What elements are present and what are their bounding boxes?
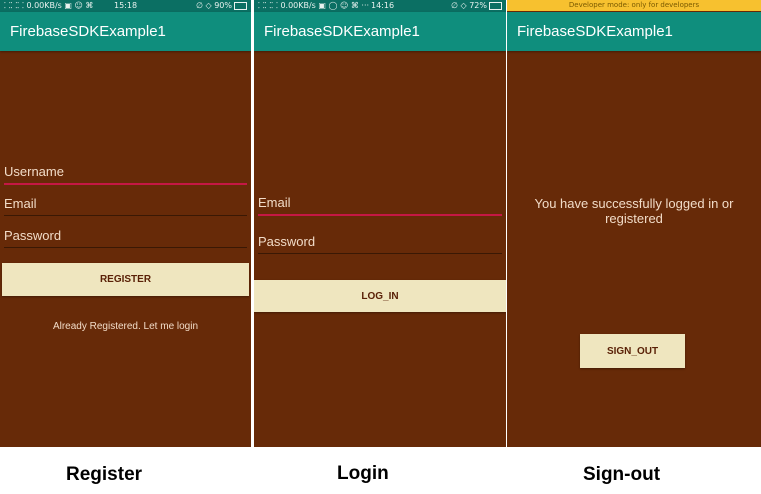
caption-login: Login (337, 463, 389, 484)
app-title: FirebaseSDKExample1 (0, 12, 251, 51)
battery-icon (234, 1, 247, 10)
status-bar: ⸬⸬⸬ 0.00KB/s ▣ ◯ ☺ ⌘ ··· 14:16 ∅ ◇ 72% (254, 0, 506, 12)
email-field[interactable]: Email (258, 194, 502, 216)
status-left: ⸬⸬⸬ 0.00KB/s ▣ ☺ ⌘ (4, 1, 94, 10)
status-left: ⸬⸬⸬ 0.00KB/s ▣ ◯ ☺ ⌘ ··· (258, 1, 370, 10)
status-bar: ⸬⸬⸬ 0.00KB/s ▣ ☺ ⌘ 15:18 ∅ ◇ 90% (0, 0, 251, 12)
app-title: FirebaseSDKExample1 (254, 12, 506, 51)
success-message: You have successfully logged in or regis… (534, 196, 734, 226)
login-button[interactable]: LOG_IN (254, 280, 506, 312)
password-field[interactable]: Password (4, 227, 247, 248)
register-button[interactable]: REGISTER (2, 263, 249, 296)
app-title: FirebaseSDKExample1 (507, 12, 761, 51)
caption-signout: Sign-out (583, 464, 661, 485)
login-screen: ⸬⸬⸬ 0.00KB/s ▣ ◯ ☺ ⌘ ··· 14:16 ∅ ◇ 72% F… (254, 0, 506, 447)
username-field[interactable]: Username (4, 163, 247, 185)
signout-button[interactable]: SIGN_OUT (580, 334, 685, 368)
status-right: ∅ ◇ 90% (196, 0, 247, 12)
login-link[interactable]: Already Registered. Let me login (0, 321, 251, 332)
developer-mode-banner: Developer mode: only for developers (507, 0, 761, 11)
email-field[interactable]: Email (4, 195, 247, 216)
caption-register: Register (66, 464, 143, 485)
status-time: 14:16 (371, 1, 395, 10)
status-time: 15:18 (114, 1, 138, 10)
status-right: ∅ ◇ 72% (451, 0, 502, 12)
password-field[interactable]: Password (258, 233, 502, 254)
signout-screen: Developer mode: only for developers Fire… (507, 0, 761, 447)
register-screen: ⸬⸬⸬ 0.00KB/s ▣ ☺ ⌘ 15:18 ∅ ◇ 90% Firebas… (0, 0, 251, 447)
battery-icon (489, 1, 502, 10)
